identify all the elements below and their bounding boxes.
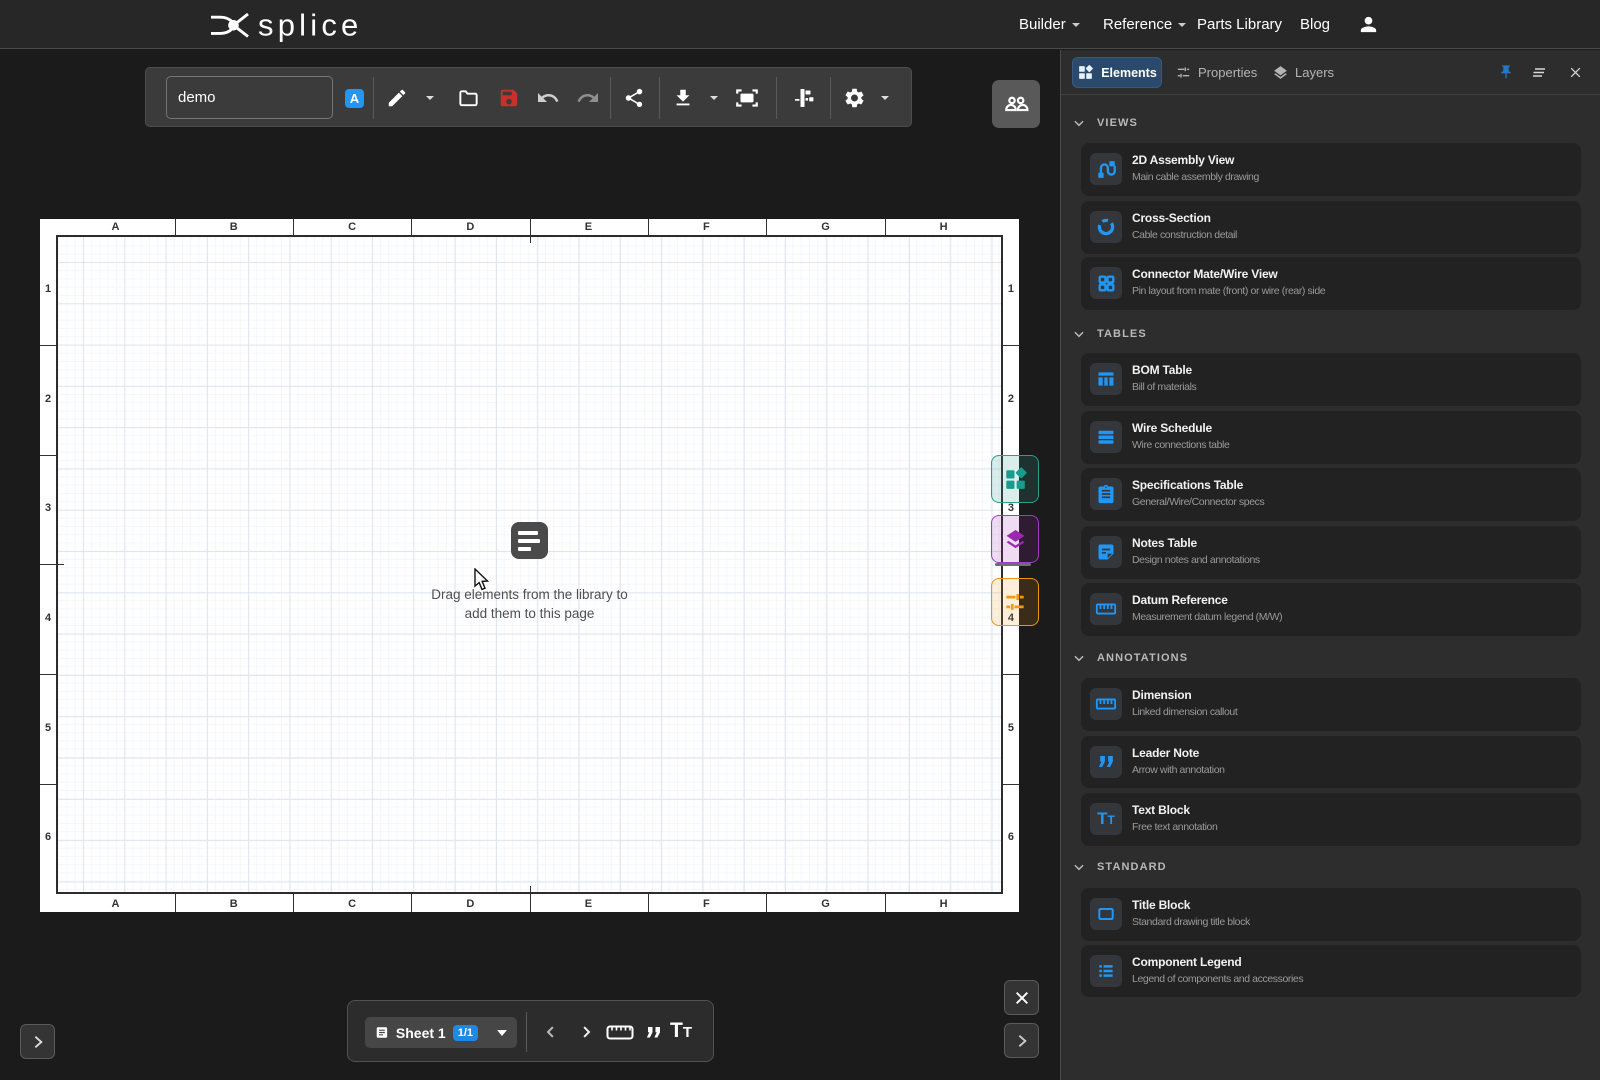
svg-text:splice: splice <box>258 9 362 43</box>
